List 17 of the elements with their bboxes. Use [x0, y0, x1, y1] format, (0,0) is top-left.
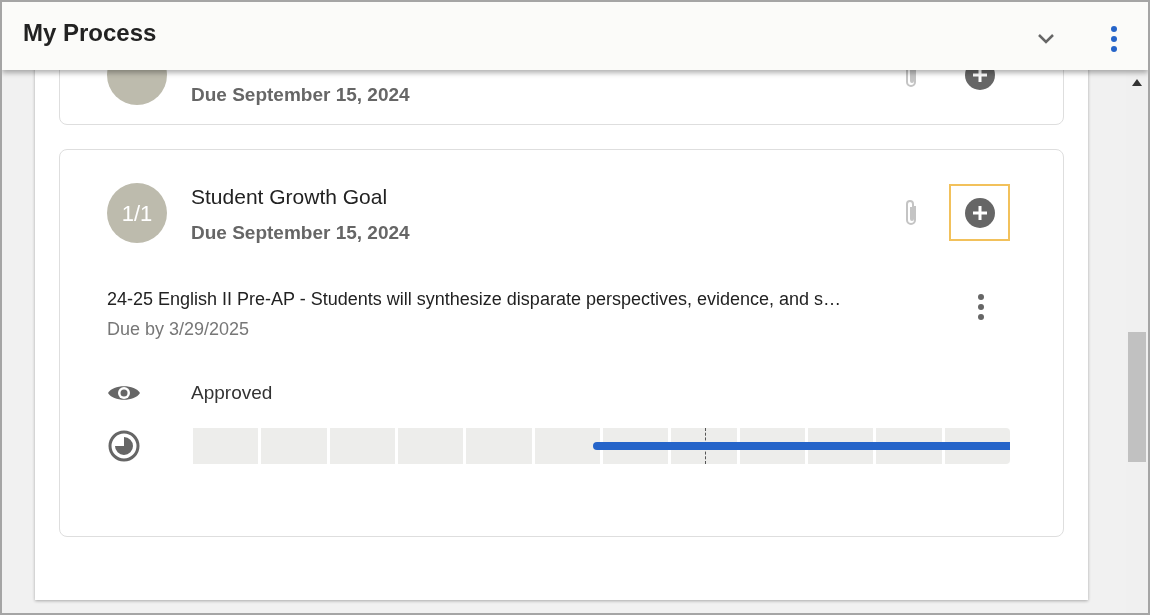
add-button[interactable]	[949, 184, 1010, 241]
task-title: Student Growth Goal	[191, 184, 389, 210]
progress-clock-icon	[108, 429, 140, 462]
page-title: My Process	[23, 18, 158, 48]
chevron-down-icon[interactable]	[1037, 33, 1055, 45]
goal-description: 24-25 English II Pre-AP - Students will synthesize disparate perspectives, evidence, and s…	[107, 288, 843, 311]
goal-due-date: Due by 3/29/2025	[107, 318, 251, 341]
scroll-up-arrow-icon[interactable]	[1132, 79, 1142, 86]
due-date: Due September 15, 2024	[191, 83, 411, 107]
more-icon[interactable]	[1111, 26, 1117, 52]
due-date: Due September 15, 2024	[191, 221, 411, 245]
count-badge: 1/1	[107, 183, 167, 243]
timeline-segment	[534, 427, 600, 464]
status-text: Approved	[191, 381, 273, 405]
more-icon[interactable]	[978, 294, 984, 320]
scrollbar-thumb[interactable]	[1128, 332, 1146, 462]
plus-icon	[964, 197, 995, 228]
